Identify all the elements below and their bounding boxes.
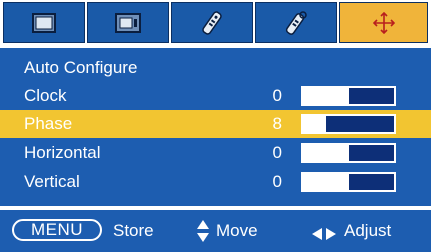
move-label: Move (216, 221, 258, 240)
menu-item-horizontal[interactable]: Horizontal 0 (0, 139, 431, 167)
vertical-level-bar[interactable] (301, 172, 396, 192)
osd-menu: Auto Configure Clock 0 Phase 8 Horizonta… (0, 0, 431, 252)
horizontal-value: 0 (272, 143, 282, 162)
menu-tab-bar (0, 0, 431, 46)
store-label: Store (113, 221, 154, 240)
menu-item-clock[interactable]: Clock 0 (0, 82, 431, 110)
clock-level-bar[interactable] (301, 86, 396, 106)
menu-item-label: Auto Configure (24, 58, 138, 77)
menu-key-badge: MENU (12, 219, 102, 241)
button-guide: MENU Store Move Adjust (0, 210, 431, 252)
menu-item-label: Clock (24, 86, 67, 105)
tab-picture[interactable] (3, 2, 85, 43)
menu-item-label: Vertical (24, 172, 80, 191)
position-move-icon (372, 11, 395, 34)
tab-screen[interactable] (87, 2, 169, 43)
adjust-label: Adjust (344, 221, 392, 240)
horizontal-level-bar[interactable] (301, 143, 396, 163)
menu-item-phase[interactable]: Phase 8 (0, 110, 431, 138)
phase-value: 8 (272, 114, 282, 133)
menu-item-vertical[interactable]: Vertical 0 (0, 168, 431, 196)
menu-item-label: Phase (24, 114, 73, 133)
menu-item-label: Horizontal (24, 143, 101, 162)
picture-icon (32, 12, 56, 33)
up-down-arrow-icon (197, 220, 209, 247)
tab-position[interactable] (339, 2, 428, 43)
menu-key-label: MENU (30, 220, 84, 239)
screen-icon (115, 12, 141, 33)
menu-panel: Auto Configure Clock 0 Phase 8 Horizonta… (0, 48, 431, 206)
left-right-arrow-icon (312, 225, 336, 245)
remote-control-icon (200, 10, 224, 36)
vertical-value: 0 (272, 172, 282, 191)
phase-level-bar[interactable] (301, 114, 396, 134)
clock-value: 0 (272, 86, 282, 105)
tab-remote-settings[interactable] (255, 2, 337, 43)
tab-remote[interactable] (171, 2, 253, 43)
remote-settings-icon (283, 10, 309, 36)
menu-item-auto-configure[interactable]: Auto Configure (0, 54, 431, 82)
